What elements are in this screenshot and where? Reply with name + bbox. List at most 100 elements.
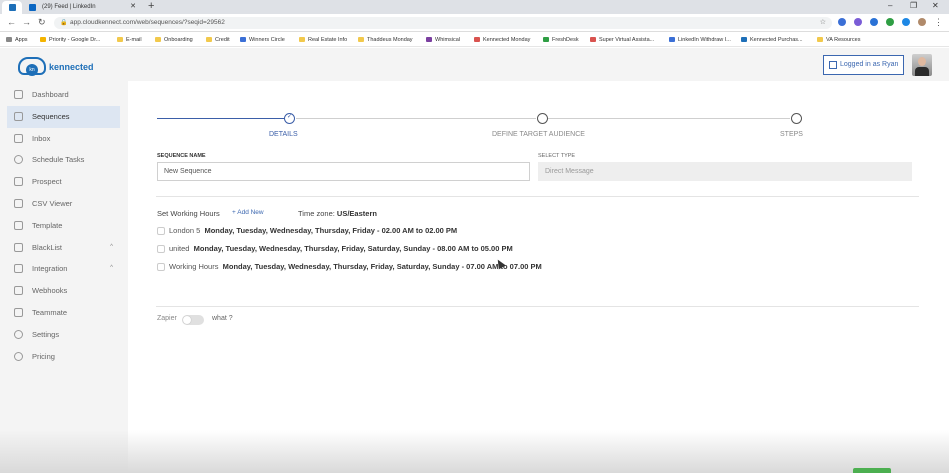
new-tab-button[interactable]: +	[148, 0, 154, 13]
sidebar-item-template[interactable]: Template	[7, 215, 120, 237]
profile-avatar-icon[interactable]	[918, 18, 926, 26]
bookmark[interactable]: Real Estate Info	[299, 33, 347, 47]
maximize-icon[interactable]: ❐	[910, 0, 917, 12]
folder-icon	[817, 37, 823, 42]
extension-icon[interactable]	[870, 18, 878, 26]
tab-linkedin[interactable]: (29) Feed | LinkedIn ✕	[22, 1, 140, 14]
bookmark[interactable]: Kennected Purchas...	[741, 33, 803, 47]
schedule-row[interactable]: Working Hours Monday, Tuesday, Wednesday…	[157, 261, 567, 273]
sidebar-item-csv-viewer[interactable]: CSV Viewer	[7, 193, 120, 215]
schedule-checkbox[interactable]	[157, 263, 165, 271]
blacklist-icon	[14, 242, 23, 252]
bookmark[interactable]: Whimsical	[426, 33, 460, 47]
sidebar-item-webhooks[interactable]: Webhooks	[7, 280, 120, 302]
brand-name: kennected	[49, 62, 94, 72]
main-content	[128, 81, 949, 473]
step-details-dot[interactable]: ✓	[284, 113, 295, 124]
zapier-label: Zapier	[157, 315, 177, 322]
close-window-icon[interactable]: ✕	[932, 0, 939, 12]
step-label-details[interactable]: DETAILS	[269, 131, 298, 138]
sidebar-item-schedule-tasks[interactable]: Schedule Tasks	[7, 149, 120, 171]
linkedin-favicon-icon	[29, 4, 36, 11]
extension-icon[interactable]	[854, 18, 862, 26]
avatar[interactable]	[912, 54, 932, 76]
url-input[interactable]: 🔒 app.cloudkennect.com/web/sequences/?se…	[54, 17, 832, 29]
team-icon	[14, 307, 23, 317]
chevron-up-icon[interactable]: ^	[110, 258, 113, 280]
sidebar-item-label: Schedule Tasks	[32, 155, 85, 165]
select-type-label: SELECT TYPE	[538, 153, 576, 159]
schedule-row[interactable]: London 5 Monday, Tuesday, Wednesday, Thu…	[157, 225, 477, 237]
extension-icon[interactable]	[902, 18, 910, 26]
bookmark[interactable]: Super Virtual Assista...	[590, 33, 654, 47]
schedule-row[interactable]: united Monday, Tuesday, Wednesday, Thurs…	[157, 243, 537, 255]
sidebar-item-inbox[interactable]: Inbox	[7, 128, 120, 150]
zapier-help-link[interactable]: what ?	[212, 315, 233, 322]
sidebar-item-label: Webhooks	[32, 286, 68, 296]
site-icon	[741, 37, 747, 42]
bookmarks-bar: Apps Priority - Google Dr... E-mail Onbo…	[0, 33, 949, 47]
schedule-checkbox[interactable]	[157, 227, 165, 235]
zapier-toggle[interactable]	[182, 315, 204, 325]
address-bar: ← → ↻ 🔒 app.cloudkennect.com/web/sequenc…	[0, 14, 949, 32]
schedule-days: Monday, Tuesday, Wednesday, Thursday, Fr…	[222, 262, 542, 271]
sidebar-item-dashboard[interactable]: Dashboard	[7, 84, 120, 106]
sidebar-item-pricing[interactable]: Pricing	[7, 346, 120, 368]
sidebar-item-integration[interactable]: Integration ^	[7, 258, 120, 280]
sequence-name-label: SEQUENCE NAME	[157, 153, 206, 159]
bookmark[interactable]: Thaddeus Monday	[358, 33, 413, 47]
site-icon	[474, 37, 480, 42]
folder-icon	[155, 37, 161, 42]
bookmark[interactable]: E-mail	[117, 33, 142, 47]
schedule-name: united	[169, 244, 190, 253]
chat-launcher-button[interactable]	[853, 468, 891, 473]
chevron-up-icon[interactable]: ^	[110, 237, 113, 259]
close-icon[interactable]: ✕	[130, 1, 136, 13]
sidebar-item-label: Integration	[32, 264, 68, 274]
site-icon	[240, 37, 246, 42]
folder-icon	[117, 37, 123, 42]
sidebar-item-teammate[interactable]: Teammate	[7, 302, 120, 324]
sidebar-item-settings[interactable]: Settings	[7, 324, 120, 346]
step-steps-dot[interactable]	[791, 113, 802, 124]
sidebar-item-prospect[interactable]: Prospect	[7, 171, 120, 193]
bookmark[interactable]: VA Resources	[817, 33, 860, 47]
folder-icon	[206, 37, 212, 42]
back-icon[interactable]: ←	[7, 17, 16, 28]
tab-label: (29) Feed | LinkedIn	[42, 4, 96, 10]
schedule-days: Monday, Tuesday, Wednesday, Thursday, Fr…	[193, 244, 513, 253]
forward-icon[interactable]: →	[22, 17, 31, 28]
schedule-checkbox[interactable]	[157, 245, 165, 253]
bookmark-apps[interactable]: Apps	[6, 33, 28, 47]
lock-icon: 🔒	[60, 20, 68, 26]
sidebar-item-sequences[interactable]: Sequences	[7, 105, 120, 128]
sidebar-item-label: Sequences	[32, 111, 70, 121]
extension-icon[interactable]	[886, 18, 894, 26]
chat-icon	[14, 133, 23, 143]
bookmark[interactable]: Kennected Monday	[474, 33, 530, 47]
menu-icon[interactable]: ⋮	[934, 17, 943, 28]
tab-kennected[interactable]	[2, 1, 22, 14]
bookmark[interactable]: LinkedIn Withdraw I...	[669, 33, 731, 47]
add-new-button[interactable]: + Add New	[232, 209, 264, 216]
drive-icon	[40, 37, 46, 42]
sidebar-item-blacklist[interactable]: BlackList ^	[7, 237, 120, 259]
bookmark[interactable]: Priority - Google Dr...	[40, 33, 100, 47]
select-type-field: Direct Message	[538, 162, 912, 181]
bookmark[interactable]: Credit	[206, 33, 230, 47]
star-icon[interactable]: ☆	[820, 18, 826, 26]
sequence-name-input[interactable]: New Sequence	[157, 162, 530, 181]
reload-icon[interactable]: ↻	[38, 17, 46, 28]
sidebar-item-label: Pricing	[32, 351, 55, 361]
bookmark[interactable]: Onboarding	[155, 33, 193, 47]
step-label-steps[interactable]: STEPS	[780, 131, 803, 138]
step-label-target[interactable]: DEFINE TARGET AUDIENCE	[492, 131, 585, 138]
bookmark[interactable]: FreshDesk	[543, 33, 579, 47]
sidebar-item-label: Prospect	[32, 177, 62, 187]
bookmark[interactable]: Winners Circle	[240, 33, 285, 47]
extension-icon[interactable]	[838, 18, 846, 26]
minimize-icon[interactable]: –	[888, 0, 892, 12]
logged-in-button[interactable]: Logged in as Ryan	[823, 55, 904, 75]
sidebar-item-label: Teammate	[32, 307, 68, 317]
step-target-dot[interactable]	[537, 113, 548, 124]
